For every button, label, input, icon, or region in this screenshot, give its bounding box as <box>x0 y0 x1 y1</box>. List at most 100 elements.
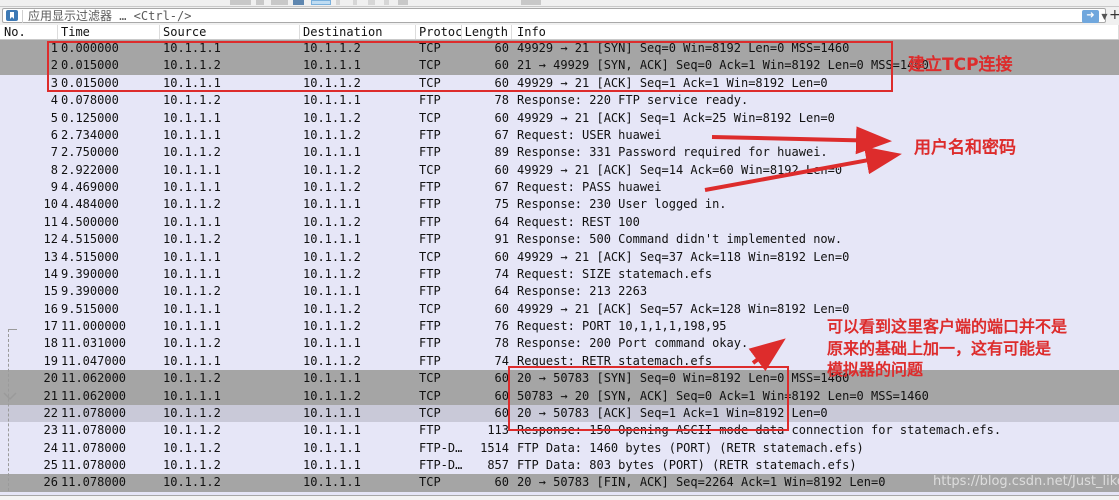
cell-length: 78 <box>462 335 512 352</box>
cell-time: 11.062000 <box>58 370 160 387</box>
toolbar-button-remnant[interactable] <box>353 0 357 5</box>
cell-time: 2.750000 <box>58 144 160 161</box>
cell-no: 8 <box>0 162 58 179</box>
cell-length: 60 <box>462 370 512 387</box>
cell-protocol: FTP <box>416 283 462 300</box>
cell-time: 4.515000 <box>58 249 160 266</box>
column-header-no[interactable]: No. <box>0 25 58 39</box>
cell-info: FTP Data: 803 bytes (PORT) (RETR statema… <box>512 457 1119 474</box>
packet-row[interactable]: 50.12500010.1.1.110.1.1.2TCP6049929 → 21… <box>0 110 1119 127</box>
packet-row[interactable]: 159.39000010.1.1.210.1.1.1FTP64Response:… <box>0 283 1119 300</box>
column-header-time[interactable]: Time <box>58 25 160 39</box>
cell-destination: 10.1.1.1 <box>300 440 416 457</box>
display-filter-input[interactable]: 应用显示过滤器 … <Ctrl-/> ➜ ▼ <box>2 8 1106 23</box>
packet-row[interactable]: 124.51500010.1.1.210.1.1.1FTP91Response:… <box>0 231 1119 248</box>
cell-length: 1514 <box>462 440 512 457</box>
column-header-source[interactable]: Source <box>160 25 300 39</box>
cell-protocol: FTP-D… <box>416 440 462 457</box>
cell-length: 76 <box>462 318 512 335</box>
cell-time: 11.031000 <box>58 335 160 352</box>
toolbar-button-remnant[interactable] <box>368 0 375 5</box>
toolbar-button-remnant[interactable] <box>271 0 288 5</box>
cell-info: Response: 331 Password required for huaw… <box>512 144 1119 161</box>
related-packets-line <box>8 329 9 491</box>
cell-info: 49929 → 21 [ACK] Seq=1 Ack=25 Win=8192 L… <box>512 110 1119 127</box>
cell-destination: 10.1.1.1 <box>300 283 416 300</box>
cell-info: FTP Data: 1460 bytes (PORT) (RETR statem… <box>512 440 1119 457</box>
filter-placeholder-text: 应用显示过滤器 … <Ctrl-/> <box>28 10 191 23</box>
cell-protocol: TCP <box>416 301 462 318</box>
cell-source: 10.1.1.2 <box>160 422 300 439</box>
cell-source: 10.1.1.1 <box>160 388 300 405</box>
filter-dropdown-caret-icon[interactable]: ▼ <box>1100 10 1109 23</box>
packet-row[interactable]: 94.46900010.1.1.110.1.1.2FTP67Request: P… <box>0 179 1119 196</box>
cell-source: 10.1.1.2 <box>160 335 300 352</box>
cell-protocol: FTP <box>416 92 462 109</box>
cell-destination: 10.1.1.2 <box>300 127 416 144</box>
cell-length: 75 <box>462 196 512 213</box>
cell-protocol: TCP <box>416 162 462 179</box>
cell-destination: 10.1.1.2 <box>300 214 416 231</box>
cell-length: 60 <box>462 249 512 266</box>
apply-filter-button[interactable]: ➜ <box>1082 10 1099 23</box>
toolbar-button-remnant[interactable] <box>256 0 264 5</box>
cell-no: 15 <box>0 283 58 300</box>
cell-source: 10.1.1.2 <box>160 283 300 300</box>
cell-destination: 10.1.1.1 <box>300 92 416 109</box>
toolbar-button-remnant[interactable] <box>384 0 389 5</box>
cell-time: 9.390000 <box>58 283 160 300</box>
cell-info: Response: 213 2263 <box>512 283 1119 300</box>
column-header-destination[interactable]: Destination <box>300 25 416 39</box>
packet-row[interactable]: 82.92200010.1.1.110.1.1.2TCP6049929 → 21… <box>0 162 1119 179</box>
toolbar-button-remnant[interactable] <box>230 0 251 5</box>
display-filter-bar: 应用显示过滤器 … <Ctrl-/> ➜ ▼ + <box>0 7 1119 25</box>
cell-destination: 10.1.1.2 <box>300 110 416 127</box>
column-header-length[interactable]: Length <box>462 25 512 39</box>
toolbar-button-remnant[interactable] <box>398 0 408 5</box>
cell-protocol: FTP <box>416 335 462 352</box>
cell-protocol: TCP <box>416 110 462 127</box>
packet-row[interactable]: 40.07800010.1.1.210.1.1.1FTP78Response: … <box>0 92 1119 109</box>
cell-destination: 10.1.1.1 <box>300 370 416 387</box>
cell-length: 60 <box>462 110 512 127</box>
packet-row[interactable]: 2411.07800010.1.1.210.1.1.1FTP-D…1514FTP… <box>0 440 1119 457</box>
cell-length: 60 <box>462 162 512 179</box>
cell-protocol: TCP <box>416 405 462 422</box>
packet-row[interactable]: 149.39000010.1.1.110.1.1.2FTP74Request: … <box>0 266 1119 283</box>
bottom-divider <box>0 495 1119 496</box>
packet-row[interactable]: 114.50000010.1.1.110.1.1.2FTP64Request: … <box>0 214 1119 231</box>
cell-destination: 10.1.1.1 <box>300 196 416 213</box>
toolbar-button-remnant[interactable] <box>521 0 541 5</box>
column-header-info[interactable]: Info <box>512 25 1119 39</box>
cell-destination: 10.1.1.1 <box>300 144 416 161</box>
filter-bookmark-icon[interactable] <box>6 10 18 21</box>
cell-length: 64 <box>462 214 512 231</box>
packet-row[interactable]: 134.51500010.1.1.110.1.1.2TCP6049929 → 2… <box>0 249 1119 266</box>
cell-destination: 10.1.1.1 <box>300 405 416 422</box>
cell-info: Response: 230 User logged in. <box>512 196 1119 213</box>
cell-length: 113 <box>462 422 512 439</box>
column-header-protocol[interactable]: Protoco: <box>416 25 462 39</box>
annotation-box-data-connection <box>508 366 789 431</box>
packet-list-header: No.TimeSourceDestinationProtoco:LengthIn… <box>0 25 1119 40</box>
cell-no: 10 <box>0 196 58 213</box>
cell-destination: 10.1.1.2 <box>300 318 416 335</box>
cell-time: 11.078000 <box>58 474 160 491</box>
cell-length: 857 <box>462 457 512 474</box>
add-filter-button[interactable]: + <box>1109 7 1119 23</box>
cell-no: 4 <box>0 92 58 109</box>
cell-info: 49929 → 21 [ACK] Seq=37 Ack=118 Win=8192… <box>512 249 1119 266</box>
packet-row[interactable]: 2511.07800010.1.1.210.1.1.1FTP-D…857FTP … <box>0 457 1119 474</box>
toolbar-button-remnant[interactable] <box>311 0 331 5</box>
cell-info: Response: 500 Command didn't implemented… <box>512 231 1119 248</box>
packet-row[interactable]: 104.48400010.1.1.210.1.1.1FTP75Response:… <box>0 196 1119 213</box>
cell-destination: 10.1.1.2 <box>300 162 416 179</box>
cell-info: 49929 → 21 [ACK] Seq=14 Ack=60 Win=8192 … <box>512 162 1119 179</box>
toolbar-button-remnant[interactable] <box>293 0 304 5</box>
cell-time: 11.078000 <box>58 457 160 474</box>
cell-no: 13 <box>0 249 58 266</box>
cell-protocol: FTP <box>416 214 462 231</box>
cell-source: 10.1.1.2 <box>160 231 300 248</box>
toolbar-button-remnant[interactable] <box>336 0 340 5</box>
cell-info: Request: SIZE statemach.efs <box>512 266 1119 283</box>
